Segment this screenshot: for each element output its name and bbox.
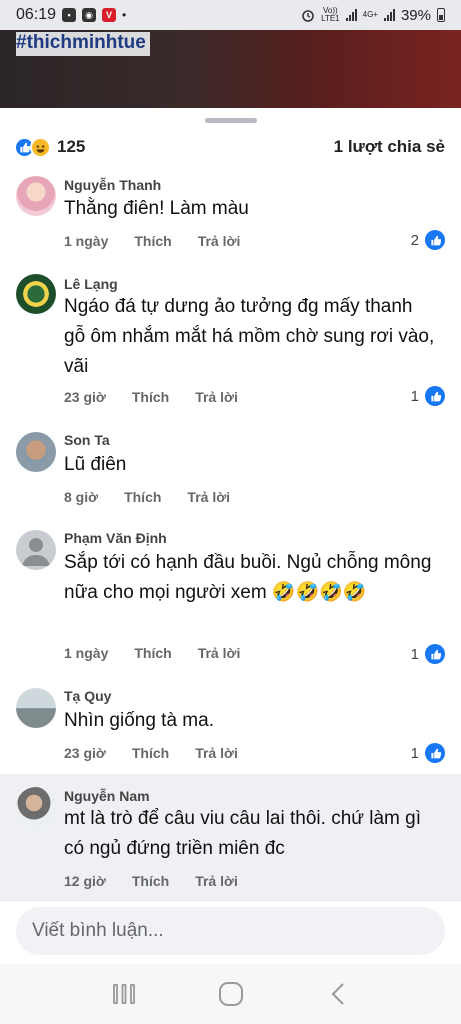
like-count: 1	[410, 744, 419, 762]
status-time: 06:19	[16, 6, 57, 23]
comment-item: Tạ Quy Nhìn giống tà ma. 23 giờ Thích Tr…	[0, 686, 461, 774]
like-button[interactable]: Thích	[134, 233, 171, 249]
comment-time: 1 ngày	[64, 233, 109, 249]
reply-button[interactable]: Trả lời	[198, 233, 241, 249]
comment-item: Lê Lạng Ngáo đá tự dưng ảo tưởng đg mấy …	[0, 266, 461, 422]
home-icon	[218, 982, 243, 1006]
back-button[interactable]	[318, 974, 358, 1014]
comments-sheet: 125 1 lượt chia sẻ Nguyễn Thanh Thằng đi…	[0, 108, 461, 1024]
comment-text: Nhìn giống tà ma.	[64, 710, 214, 731]
like-button[interactable]: Thích	[124, 489, 161, 505]
comment-time: 23 giờ	[64, 745, 106, 761]
like-badge-icon	[425, 743, 445, 763]
reaction-summary: 125 1 lượt chia sẻ	[14, 134, 445, 160]
recent-apps-button[interactable]	[104, 974, 144, 1014]
reaction-count: 125	[57, 137, 86, 156]
notification-v-icon: V	[102, 8, 117, 22]
comment-actions: 8 giờ Thích Trả lời	[64, 489, 256, 505]
reply-button[interactable]: Trả lời	[195, 389, 238, 405]
signal-2-icon	[383, 9, 395, 21]
comment-input[interactable]	[16, 907, 445, 955]
avatar[interactable]	[16, 176, 56, 216]
comment-likes[interactable]: 1	[411, 743, 445, 763]
post-media-strip: #thichminhtue	[0, 30, 461, 108]
like-button[interactable]: Thích	[132, 389, 169, 405]
default-avatar-icon	[22, 538, 50, 566]
reply-button[interactable]: Trả lời	[195, 873, 238, 889]
comment-actions: 1 ngày Thích Trả lời	[64, 233, 266, 249]
comment-text: Ngáo đá tự dưng ảo tưởng đg mấy thanh gỗ…	[64, 296, 435, 377]
like-button[interactable]: Thích	[132, 873, 169, 889]
avatar[interactable]	[16, 688, 56, 728]
more-notifications-dot-icon: •	[122, 8, 127, 22]
recent-apps-icon	[112, 984, 135, 1004]
comment-text: Lũ điên	[64, 454, 127, 475]
notification-media-icon: ◉	[82, 8, 97, 22]
notification-app-icon: ▪	[62, 8, 77, 22]
comment-item: Son Ta Lũ điên 8 giờ Thích Trả lời	[0, 422, 461, 520]
reply-button[interactable]: Trả lời	[198, 645, 241, 661]
battery-percent: 39%	[400, 6, 431, 24]
like-badge-icon	[425, 230, 445, 250]
comment-author[interactable]: Lê Lạng	[64, 276, 118, 292]
comment-author[interactable]: Nguyễn Thanh	[64, 177, 161, 193]
reply-button[interactable]: Trả lời	[187, 489, 230, 505]
comment-time: 1 ngày	[64, 645, 109, 661]
comment-item: Phạm Văn Định Sắp tới có hạnh đầu buồi. …	[0, 520, 461, 686]
haha-reaction-icon	[30, 136, 51, 158]
sheet-drag-handle[interactable]	[205, 118, 257, 123]
comment-time: 23 giờ	[64, 389, 106, 405]
comment-text: Thằng điên! Làm màu	[64, 198, 249, 219]
comment-time: 12 giờ	[64, 873, 106, 889]
post-hashtag[interactable]: #thichminhtue	[16, 32, 150, 56]
comment-author[interactable]: Nguyễn Nam	[64, 788, 150, 804]
comment-actions: 12 giờ Thích Trả lời	[64, 873, 264, 889]
comment-item: Nguyễn Nam mt là trò để câu viu câu lai …	[0, 774, 461, 900]
share-count[interactable]: 1 lượt chia sẻ	[334, 137, 445, 157]
comment-actions: 23 giờ Thích Trả lời	[64, 745, 264, 761]
comment-text: mt là trò để câu viu câu lai thôi. chứ l…	[64, 808, 421, 859]
network-type: 4G+	[362, 10, 378, 19]
alarm-icon	[302, 10, 314, 22]
comment-likes[interactable]: 1	[411, 644, 445, 664]
comment-actions: 1 ngày Thích Trả lời	[64, 645, 266, 661]
comment-likes[interactable]: 2	[411, 230, 445, 250]
avatar[interactable]	[16, 530, 56, 570]
comment-author[interactable]: Son Ta	[64, 432, 110, 448]
back-chevron-icon	[331, 983, 344, 1005]
battery-icon	[437, 8, 445, 22]
comment-text: Sắp tới có hạnh đầu buồi. Ngủ chỗng mông…	[64, 552, 432, 603]
home-button[interactable]	[211, 974, 251, 1014]
comment-item: Nguyễn Thanh Thằng điên! Làm màu 1 ngày …	[0, 166, 461, 266]
comment-author[interactable]: Tạ Quy	[64, 688, 111, 704]
like-button[interactable]: Thích	[134, 645, 171, 661]
like-badge-icon	[425, 644, 445, 664]
like-button[interactable]: Thích	[132, 745, 169, 761]
reactions[interactable]: 125	[14, 136, 86, 158]
reply-button[interactable]: Trả lời	[195, 745, 238, 761]
avatar[interactable]	[16, 274, 56, 314]
like-count: 2	[410, 231, 419, 249]
volte-indicator: Vo)) LTE1	[321, 6, 340, 23]
system-navigation-bar	[0, 964, 461, 1024]
like-count: 1	[410, 387, 419, 405]
comment-time: 8 giờ	[64, 489, 99, 505]
status-bar: 06:19 ▪ ◉ V • Vo)) LTE1 4G+ 39%	[0, 0, 461, 30]
comment-composer	[0, 900, 461, 964]
avatar[interactable]	[16, 432, 56, 472]
like-count: 1	[410, 645, 419, 663]
like-badge-icon	[425, 386, 445, 406]
comment-likes[interactable]: 1	[411, 386, 445, 406]
comment-actions: 23 giờ Thích Trả lời	[64, 389, 264, 405]
signal-1-icon	[345, 9, 357, 21]
avatar[interactable]	[16, 787, 56, 827]
comment-author[interactable]: Phạm Văn Định	[64, 530, 167, 546]
